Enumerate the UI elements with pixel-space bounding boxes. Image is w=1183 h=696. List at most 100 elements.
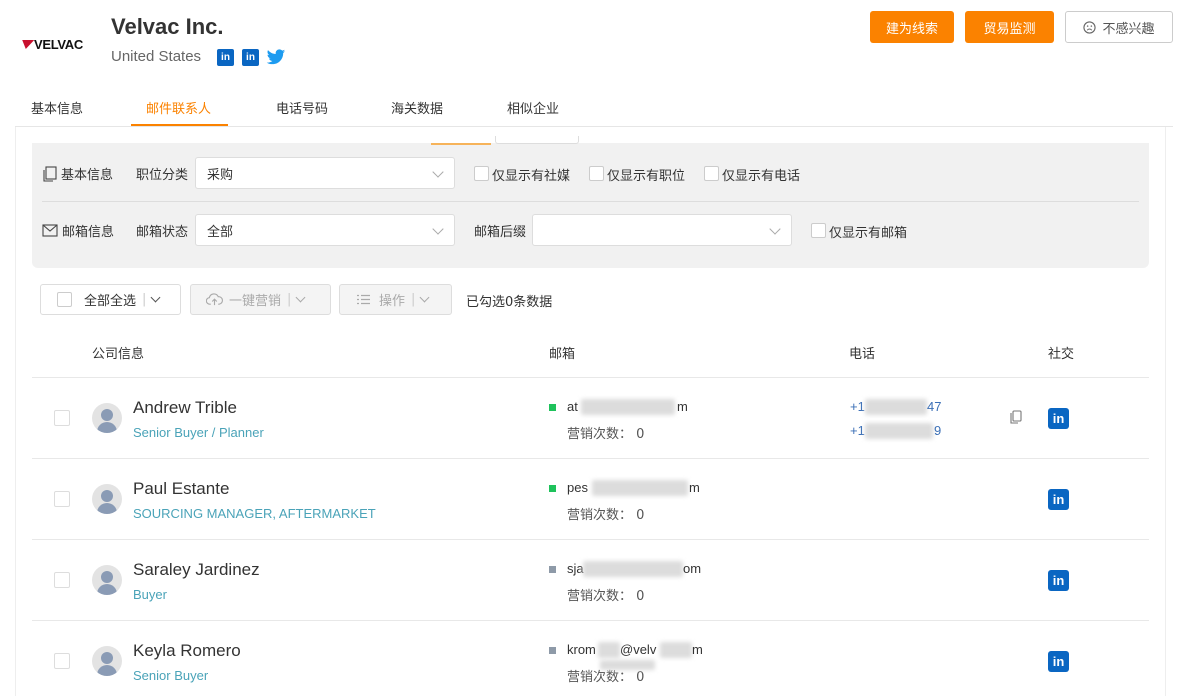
email-redacted xyxy=(581,399,675,415)
row-checkbox[interactable] xyxy=(54,491,70,507)
phone-1-redacted xyxy=(865,399,927,415)
chevron-down-icon xyxy=(769,223,781,235)
linkedin-icon[interactable]: in xyxy=(1048,651,1069,672)
trade-monitor-button[interactable]: 贸易监测 xyxy=(965,11,1054,43)
email-redacted xyxy=(598,642,620,658)
row-checkbox[interactable] xyxy=(54,572,70,588)
separator: | xyxy=(411,292,416,307)
email-status-valid-icon xyxy=(549,485,556,492)
email-start[interactable]: at xyxy=(567,399,578,414)
mail-icon xyxy=(42,224,58,237)
email-status-unknown-icon xyxy=(549,566,556,573)
email-status-select-value: 全部 xyxy=(207,224,234,240)
redaction-smear xyxy=(600,660,655,670)
column-header-phone: 电话 xyxy=(849,347,876,362)
contact-title: Buyer xyxy=(133,587,167,602)
row-divider xyxy=(32,539,1149,540)
phone-1-end: 47 xyxy=(927,399,942,414)
list-icon xyxy=(357,294,370,305)
contact-name[interactable]: Andrew Trible xyxy=(133,398,237,418)
phone-2-end: 9 xyxy=(934,423,942,438)
filter-divider xyxy=(42,201,1139,202)
column-header-social: 社交 xyxy=(1048,347,1075,362)
marketing-count: 营销次数： 0 xyxy=(567,427,645,442)
position-select[interactable]: 采购 xyxy=(195,157,455,189)
only-email-checkbox[interactable] xyxy=(811,223,826,238)
linkedin-icon[interactable]: in xyxy=(217,49,234,66)
phone-1-start[interactable]: +1 xyxy=(850,399,865,414)
chevron-down-icon xyxy=(419,292,430,303)
logo-mark-icon xyxy=(19,39,35,49)
contact-title: Senior Buyer / Planner xyxy=(133,425,264,440)
not-interested-label: 不感兴趣 xyxy=(1102,21,1155,37)
only-phone-label: 仅显示有电话 xyxy=(722,169,801,184)
select-all-checkbox[interactable] xyxy=(57,292,72,307)
marketing-count: 营销次数： 0 xyxy=(567,508,645,523)
row-checkbox[interactable] xyxy=(54,410,70,426)
basic-info-filter-text: 基本信息 xyxy=(61,168,114,183)
tab-similar-companies[interactable]: 相似企业 xyxy=(507,98,559,117)
create-lead-button[interactable]: 建为线索 xyxy=(870,11,954,43)
column-header-email: 邮箱 xyxy=(549,347,576,362)
linkedin-icon[interactable]: in xyxy=(242,49,259,66)
basic-info-filter-label: 基本信息 xyxy=(43,164,113,183)
row-divider xyxy=(32,458,1149,459)
contact-name[interactable]: Saraley Jardinez xyxy=(133,560,260,580)
email-status-filter-label: 邮箱状态 xyxy=(136,225,189,240)
company-name: Velvac Inc. xyxy=(111,14,224,39)
only-email-label: 仅显示有邮箱 xyxy=(829,226,908,241)
email-end: m xyxy=(692,642,703,657)
table-header-divider xyxy=(32,377,1149,378)
email-end: m xyxy=(677,399,688,414)
only-phone-checkbox[interactable] xyxy=(704,166,719,181)
position-filter-label: 职位分类 xyxy=(136,168,189,183)
operate-button[interactable]: 操作 | xyxy=(339,284,452,315)
email-mid: @velv xyxy=(620,642,657,657)
separator: | xyxy=(287,292,292,307)
one-click-marketing-button[interactable]: 一键营销 | xyxy=(190,284,331,315)
email-redacted xyxy=(592,480,688,496)
email-redacted xyxy=(583,561,683,577)
avatar xyxy=(92,565,122,595)
filter-top-tab-2[interactable] xyxy=(495,136,579,144)
frown-icon xyxy=(1083,20,1097,34)
email-status-select[interactable]: 全部 xyxy=(195,214,455,246)
only-position-label: 仅显示有职位 xyxy=(607,169,686,184)
column-header-company-info: 公司信息 xyxy=(92,347,145,362)
tab-email-contacts[interactable]: 邮件联系人 xyxy=(146,98,211,117)
selected-count-text: 已勾选0条数据 xyxy=(466,295,553,310)
only-position-checkbox[interactable] xyxy=(589,166,604,181)
select-all-dropdown[interactable]: 全部全选 | xyxy=(40,284,181,315)
row-divider xyxy=(32,620,1149,621)
email-info-filter-text: 邮箱信息 xyxy=(62,225,115,240)
only-social-checkbox[interactable] xyxy=(474,166,489,181)
phone-2-start[interactable]: +1 xyxy=(850,423,865,438)
copy-icon[interactable] xyxy=(1010,410,1022,424)
only-social-label: 仅显示有社媒 xyxy=(492,169,571,184)
linkedin-icon[interactable]: in xyxy=(1048,408,1069,429)
linkedin-icon[interactable]: in xyxy=(1048,570,1069,591)
contact-title: Senior Buyer xyxy=(133,668,209,683)
tab-customs-data[interactable]: 海关数据 xyxy=(391,98,443,117)
chevron-down-icon xyxy=(432,223,444,235)
row-checkbox[interactable] xyxy=(54,653,70,669)
tab-basic-info[interactable]: 基本信息 xyxy=(31,98,83,117)
tab-phone-numbers[interactable]: 电话号码 xyxy=(276,98,328,117)
email-start[interactable]: sja xyxy=(567,561,584,576)
email-suffix-select[interactable] xyxy=(532,214,792,246)
email-start[interactable]: pes xyxy=(567,480,588,495)
linkedin-icon[interactable]: in xyxy=(1048,489,1069,510)
contact-name[interactable]: Paul Estante xyxy=(133,479,229,499)
email-status-unknown-icon xyxy=(549,647,556,654)
contact-name[interactable]: Keyla Romero xyxy=(133,641,241,661)
email-redacted xyxy=(660,642,692,658)
phone-2-redacted xyxy=(865,423,933,439)
email-start[interactable]: krom xyxy=(567,642,596,657)
company-header: VELVAC Velvac Inc. United States in in 建… xyxy=(0,0,1183,90)
email-end: om xyxy=(683,561,702,576)
select-all-label: 全部全选 xyxy=(84,294,137,309)
chevron-down-icon xyxy=(432,166,444,178)
not-interested-button[interactable]: 不感兴趣 xyxy=(1065,11,1173,43)
marketing-count: 营销次数： 0 xyxy=(567,589,645,604)
twitter-icon[interactable] xyxy=(266,49,286,66)
